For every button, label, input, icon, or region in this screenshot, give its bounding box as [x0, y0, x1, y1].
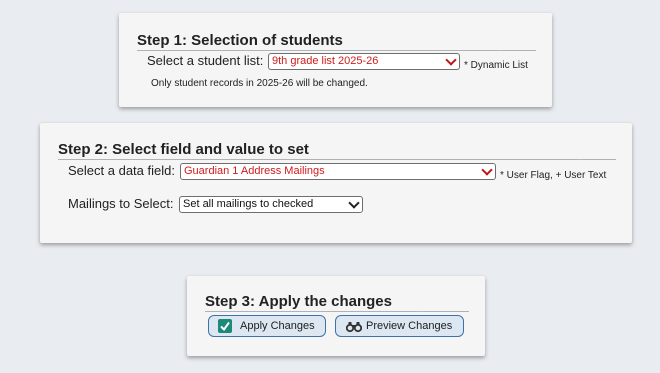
- step3-divider-segment: [417, 311, 469, 312]
- mailings-value: Set all mailings to checked: [183, 198, 314, 210]
- step3-title: Step 3: Apply the changes: [205, 293, 392, 310]
- check-box-icon: [218, 319, 232, 333]
- data-field-select[interactable]: Guardian 1 Address Mailings: [180, 163, 496, 180]
- dynamic-list-note: * Dynamic List: [464, 60, 528, 71]
- step2-title: Step 2: Select field and value to set: [58, 141, 309, 158]
- chevron-down-icon: [445, 54, 457, 66]
- student-list-label: Select a student list:: [147, 53, 264, 68]
- data-field-value: Guardian 1 Address Mailings: [184, 165, 325, 177]
- field-type-note: * User Flag, + User Text: [500, 170, 607, 181]
- step1-title: Step 1: Selection of students: [137, 32, 343, 49]
- apply-changes-label: Apply Changes: [240, 320, 315, 332]
- preview-changes-label: Preview Changes: [366, 320, 453, 332]
- data-field-label: Select a data field:: [68, 163, 175, 178]
- step2-card: Step 2: Select field and value to set Se…: [40, 123, 632, 243]
- chevron-down-icon: [481, 164, 493, 176]
- mailings-label: Mailings to Select:: [68, 196, 174, 211]
- records-note: Only student records in 2025-26 will be …: [151, 78, 368, 89]
- step2-divider-segment: [580, 159, 616, 160]
- step1-divider-segment: [499, 50, 536, 51]
- student-list-select[interactable]: 9th grade list 2025-26: [268, 53, 460, 70]
- mailings-select[interactable]: Set all mailings to checked: [179, 196, 363, 213]
- apply-changes-button[interactable]: Apply Changes: [208, 315, 326, 337]
- chevron-down-icon: [348, 197, 360, 209]
- step1-card: Step 1: Selection of students Select a s…: [119, 13, 552, 107]
- step3-card: Step 3: Apply the changes Apply Changes …: [187, 276, 485, 356]
- student-list-value: 9th grade list 2025-26: [272, 55, 379, 67]
- preview-changes-button[interactable]: Preview Changes: [335, 315, 464, 337]
- binoculars-icon: [345, 320, 363, 340]
- step2-divider: [58, 159, 615, 160]
- step1-divider: [137, 50, 535, 51]
